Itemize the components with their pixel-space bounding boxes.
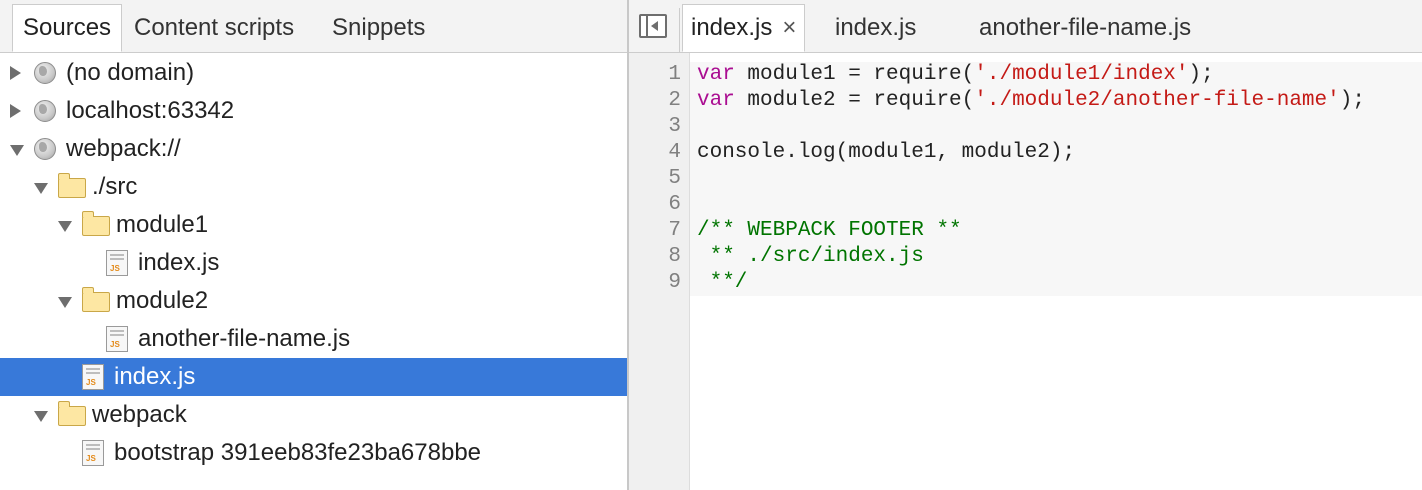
tree-item[interactable]: module1 <box>0 206 627 244</box>
tab-snippets[interactable]: Snippets <box>332 4 425 52</box>
line-number: 4 <box>668 141 681 164</box>
tree-item-label: localhost:63342 <box>66 97 235 124</box>
tree-item-label: (no domain) <box>66 59 195 86</box>
editor-tab-index-js-active[interactable]: index.js × <box>682 4 806 52</box>
line-number: 6 <box>668 193 681 216</box>
code-line: var module2 = require('./module2/another… <box>690 88 1422 114</box>
tree-item[interactable]: ./src <box>0 168 627 206</box>
code-token-string: './module2/another-file-name' <box>974 89 1340 112</box>
tree-item[interactable]: webpack:// <box>0 130 627 168</box>
code-line: console.log(module1, module2); <box>690 140 1422 166</box>
line-number: 5 <box>668 167 681 190</box>
triangle-down-icon[interactable] <box>58 221 72 232</box>
js-file-tag: JS <box>86 454 96 463</box>
globe-icon <box>34 138 56 160</box>
line-number: 8 <box>668 245 681 268</box>
editor-tab-index-js[interactable]: index.js <box>835 4 916 52</box>
tab-divider <box>679 8 680 52</box>
line-number: 9 <box>668 271 681 294</box>
tree-item[interactable]: (no domain) <box>0 54 627 92</box>
triangle-down-icon[interactable] <box>10 145 24 156</box>
code-token-comment: /** WEBPACK FOOTER ** <box>697 219 962 242</box>
tab-content-scripts[interactable]: Content scripts <box>134 4 294 52</box>
folder-icon <box>82 287 110 312</box>
code-token-plain: module2 = require( <box>734 89 975 112</box>
devtools-sources-panel: Sources Content scripts Snippets (no dom… <box>0 0 1422 490</box>
js-file-tag: JS <box>110 264 120 273</box>
code-line <box>690 114 1422 140</box>
code-token-plain: ); <box>1339 89 1365 112</box>
code-line: var module1 = require('./module1/index')… <box>690 62 1422 88</box>
folder-icon <box>82 211 110 236</box>
globe-icon <box>34 100 56 122</box>
code-token-plain: console.log(module1, module2); <box>697 141 1076 164</box>
code-line: **/ <box>690 270 1422 296</box>
tree-item[interactable]: module2 <box>0 282 627 320</box>
tree-item[interactable]: JS another-file-name.js <box>0 320 627 358</box>
js-file-icon: JS <box>106 250 128 276</box>
triangle-down-icon[interactable] <box>58 297 72 308</box>
js-file-tag: JS <box>110 340 120 349</box>
tree-item-label: webpack <box>92 401 187 428</box>
tree-item-label: module2 <box>116 287 209 314</box>
tree-item-label: bootstrap 391eeb83fe23ba678bbe <box>114 439 482 466</box>
line-number: 1 <box>668 63 681 86</box>
code-token-string: './module1/index' <box>974 63 1189 86</box>
editor-tab-label: index.js <box>691 14 773 41</box>
code-token-plain: module1 = require( <box>734 63 975 86</box>
navigator-tabbar: Sources Content scripts Snippets <box>0 0 627 53</box>
toggle-navigator-icon[interactable] <box>639 14 667 38</box>
code-token-plain: ); <box>1188 63 1214 86</box>
tree-item-label: index.js <box>138 249 220 276</box>
code-line: /** WEBPACK FOOTER ** <box>690 218 1422 244</box>
triangle-down-icon[interactable] <box>34 411 48 422</box>
editor-tabbar: index.js × index.js another-file-name.js <box>629 0 1422 53</box>
editor-tab-another-file-name[interactable]: another-file-name.js <box>979 4 1191 52</box>
triangle-down-icon[interactable] <box>34 183 48 194</box>
code-line: ** ./src/index.js <box>690 244 1422 270</box>
tree-item[interactable]: JS index.js <box>0 244 627 282</box>
tree-item[interactable]: JS index.js <box>0 358 627 396</box>
tree-item-label: webpack:// <box>66 135 181 162</box>
globe-icon <box>34 62 56 84</box>
tree-item[interactable]: JS bootstrap 391eeb83fe23ba678bbe <box>0 434 627 472</box>
code-token-keyword: var <box>697 63 735 86</box>
js-file-icon: JS <box>82 440 104 466</box>
editor-pane: index.js × index.js another-file-name.js … <box>629 0 1422 490</box>
code-token-comment: **/ <box>697 271 748 294</box>
code-area[interactable]: var module1 = require('./module1/index')… <box>690 53 1422 490</box>
navigator-pane: Sources Content scripts Snippets (no dom… <box>0 0 629 490</box>
line-number: 2 <box>668 89 681 112</box>
triangle-right-icon[interactable] <box>10 66 21 80</box>
line-number: 3 <box>668 115 681 138</box>
tree-item-label: another-file-name.js <box>138 325 351 352</box>
code-line <box>690 166 1422 192</box>
code-token-keyword: var <box>697 89 735 112</box>
tab-sources[interactable]: Sources <box>12 4 123 52</box>
js-file-icon: JS <box>106 326 128 352</box>
folder-icon <box>58 401 86 426</box>
js-file-icon: JS <box>82 364 104 390</box>
line-number: 7 <box>668 219 681 242</box>
tree-item[interactable]: webpack <box>0 396 627 434</box>
js-file-tag: JS <box>86 378 96 387</box>
line-number-gutter: 1 2 3 4 5 6 7 8 9 <box>629 53 690 490</box>
tree-item-label: index.js <box>114 363 196 390</box>
close-icon[interactable]: × <box>782 5 796 51</box>
tree-item-label: module1 <box>116 211 209 238</box>
triangle-right-icon[interactable] <box>10 104 21 118</box>
folder-icon <box>58 173 86 198</box>
tree-item[interactable]: localhost:63342 <box>0 92 627 130</box>
code-line <box>690 192 1422 218</box>
code-token-comment: ** ./src/index.js <box>697 245 924 268</box>
tree-item-label: ./src <box>92 173 138 200</box>
